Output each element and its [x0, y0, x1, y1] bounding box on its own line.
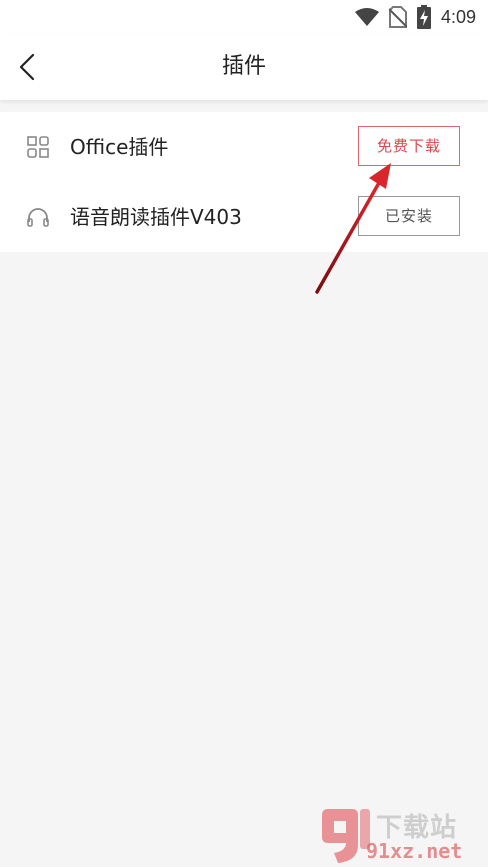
status-bar: 4:09 — [0, 0, 488, 34]
no-sim-icon — [388, 6, 407, 28]
status-time: 4:09 — [440, 6, 476, 27]
wifi-icon — [354, 8, 379, 26]
plugin-name: 语音朗读插件V403 — [70, 205, 242, 229]
watermark-url: 91xz.net — [366, 839, 463, 863]
installed-button[interactable]: 已安装 — [358, 196, 460, 236]
watermark: 下载站 91xz.net — [314, 805, 484, 865]
plugin-name: Office插件 — [70, 135, 169, 159]
page-title: 插件 — [221, 54, 266, 79]
status-icons: 4:09 — [354, 4, 476, 30]
battery-charging-icon — [416, 5, 431, 29]
headphones-icon — [27, 208, 49, 227]
header: 插件 — [0, 34, 488, 100]
office-grid-icon — [27, 136, 49, 158]
plugin-list: Office插件 免费下载 语音朗读插件V403 已安装 — [0, 112, 488, 252]
free-download-button[interactable]: 免费下载 — [358, 126, 460, 166]
plugin-row-office: Office插件 免费下载 — [0, 112, 488, 182]
watermark-logo-icon — [322, 809, 370, 863]
plugin-row-voice-reader: 语音朗读插件V403 已安装 — [0, 182, 488, 252]
